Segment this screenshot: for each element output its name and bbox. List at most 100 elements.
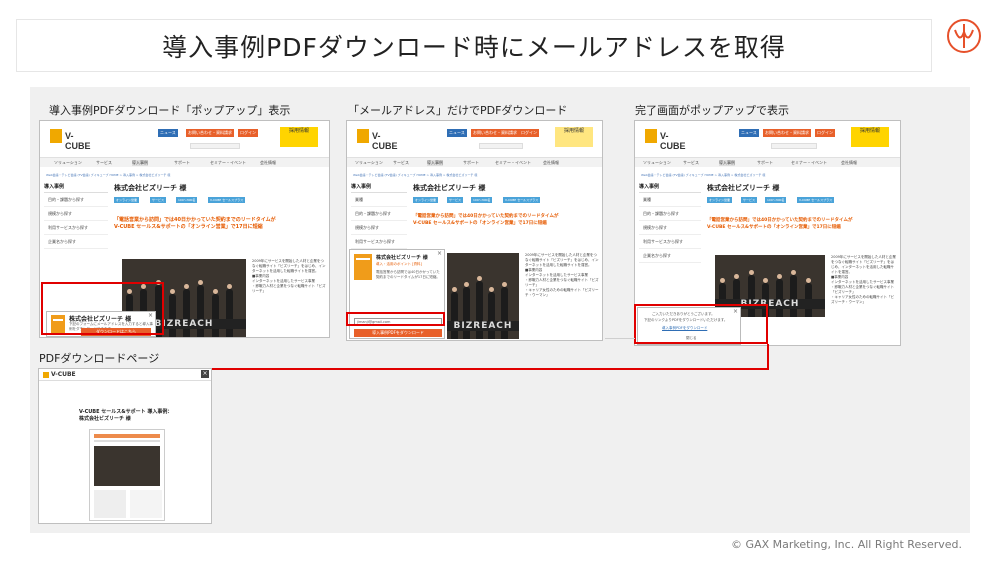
company-name: 株式会社ビズリーチ 様 [413, 184, 486, 192]
person-face [762, 277, 768, 283]
person-figure [463, 286, 471, 339]
breadcrumb[interactable]: Web会議・テレビ会議 (TV会議) ブイキューブ HOME > 導入事例 > … [353, 173, 477, 177]
nav-solution[interactable]: ソリューション [54, 160, 82, 166]
sidebar-item[interactable]: 企業名から探す [639, 249, 701, 263]
download-pdf-button[interactable]: 導入事例PDFをダウンロード [354, 329, 442, 337]
login-button[interactable]: ログイン [238, 129, 258, 137]
case-sidebar: 導入事例 業種 目的・課題から探す 規模から探す 利用サービスから探す [351, 183, 407, 249]
tag[interactable]: 100〜300名 [176, 197, 198, 203]
breadcrumb[interactable]: Web会議・テレビ会議 (TV会議) ブイキューブ HOME > 導入事例 > … [641, 173, 765, 177]
sidebar-item[interactable]: 業種 [639, 193, 701, 207]
tag[interactable]: サービス [447, 197, 464, 203]
person-figure [488, 291, 496, 339]
case-side-copy: 2009年にサービスを開始した人材と企業をつなぐ転職サイト「ビズリーチ」をはじめ… [831, 255, 896, 304]
case-sidebar: 導入事例 目的・課題から探す 規模から探す 利用サービスから探す 企業名から探す [44, 183, 108, 249]
person-figure [183, 289, 190, 337]
sidebar-item[interactable]: 規模から探す [351, 221, 407, 235]
nav-company[interactable]: 会社情報 [543, 160, 559, 166]
close-icon[interactable]: × [437, 250, 442, 257]
pdf-thumbnail[interactable] [89, 429, 165, 521]
tag[interactable]: 100〜300名 [471, 197, 493, 203]
nav-company[interactable]: 会社情報 [841, 160, 857, 166]
nav-solution[interactable]: ソリューション [355, 160, 383, 166]
nav-support[interactable]: サポート [757, 160, 773, 166]
case-photo: BIZREACH [447, 253, 519, 339]
nav-support[interactable]: サポート [463, 160, 479, 166]
sidebar-item[interactable]: 目的・課題から探す [639, 207, 701, 221]
breadcrumb[interactable]: Web会議・テレビ会議 (TV会議) ブイキューブ HOME > 導入事例 > … [46, 173, 170, 177]
person-face [464, 281, 470, 287]
case-headline: 「電話営業から訪問」では40日かかっていた契約までのリードタイムが V-CUBE … [114, 217, 276, 230]
case-side-copy: 2009年にサービスを開始した人材と企業をつなぐ転職サイト「ビズリーチ」をはじめ… [525, 253, 599, 297]
search-input[interactable] [479, 143, 523, 149]
news-button[interactable]: ニュース [158, 129, 178, 137]
person-figure [500, 286, 508, 339]
person-figure [225, 289, 233, 337]
global-nav: ソリューション サービス 導入事例 サポート セミナー・イベント 会社情報 [347, 157, 602, 167]
nav-service[interactable]: サービス [96, 160, 112, 166]
sidebar-item[interactable]: 業種 [351, 193, 407, 207]
nav-seminar[interactable]: セミナー・イベント [210, 160, 246, 166]
nav-seminar[interactable]: セミナー・イベント [791, 160, 827, 166]
nav-case[interactable]: 導入事例 [719, 160, 735, 166]
nav-case[interactable]: 導入事例 [132, 160, 148, 166]
case-headline: 「電話営業から訪問」では40日かかっていた契約までのリードタイムが V-CUBE … [413, 214, 559, 226]
tag[interactable]: サービス [150, 197, 167, 203]
sidebar-item[interactable]: 利用サービスから探す [639, 235, 701, 249]
gax-logo-icon [947, 19, 981, 53]
sidebar-item[interactable]: 規模から探す [639, 221, 701, 235]
news-button[interactable]: ニュース [447, 129, 467, 137]
recruit-banner[interactable]: 採用情報 [555, 127, 593, 147]
site-header: V-CUBE ニュース お問い合わせ・資料請求 ログイン 採用情報 [635, 121, 900, 157]
recruit-banner[interactable]: 採用情報 [280, 127, 318, 147]
sidebar-item[interactable]: 規模から探す [44, 207, 108, 221]
nav-support[interactable]: サポート [174, 160, 190, 166]
login-button[interactable]: ログイン [519, 129, 539, 137]
nav-company[interactable]: 会社情報 [260, 160, 276, 166]
tag[interactable]: V-CUBE セールスプラス [208, 197, 246, 203]
flow-arrow [126, 368, 769, 370]
site-header: V-CUBE ニュース お問い合わせ・資料請求 ログイン 採用情報 [40, 121, 329, 157]
sidebar-item[interactable]: 目的・課題から探す [351, 207, 407, 221]
search-input[interactable] [771, 143, 817, 149]
sidebar-head: 導入事例 [44, 183, 108, 193]
recruit-banner[interactable]: 採用情報 [851, 127, 889, 147]
sidebar-item[interactable]: 企業名から探す [44, 235, 108, 249]
slide-title: 導入事例PDFダウンロード時にメールアドレスを取得 [162, 32, 786, 62]
inquiry-button[interactable]: お問い合わせ・資料請求 [763, 129, 811, 137]
flow-arrow [767, 344, 769, 370]
close-icon[interactable]: × [201, 370, 209, 378]
sidebar-item[interactable]: 目的・課題から探す [44, 193, 108, 207]
popup-desc: 電話営業から訪問では40日かかっていた契約までのリードタイムが17日に短縮。 [376, 270, 440, 279]
caption-pdf-page: PDFダウンロードページ [39, 352, 160, 365]
person-figure [211, 294, 219, 337]
tag[interactable]: V-CUBE セールスプラス [503, 197, 541, 203]
tag[interactable]: サービス [741, 197, 758, 203]
caption-popup-display: 導入事例PDFダウンロード「ポップアップ」表示 [49, 104, 291, 117]
nav-solution[interactable]: ソリューション [643, 160, 671, 166]
nav-seminar[interactable]: セミナー・イベント [495, 160, 531, 166]
sidebar-head: 導入事例 [639, 183, 701, 193]
login-button[interactable]: ログイン [815, 129, 835, 137]
tag[interactable]: オンライン営業 [707, 197, 733, 203]
nav-service[interactable]: サービス [683, 160, 699, 166]
tag[interactable]: V-CUBE セールスプラス [797, 197, 835, 203]
sidebar-item[interactable]: 利用サービスから探す [44, 221, 108, 235]
pdf-logo: V-CUBE [51, 371, 76, 378]
nav-service[interactable]: サービス [393, 160, 409, 166]
inquiry-button[interactable]: お問い合わせ・資料請求 [471, 129, 519, 137]
tag[interactable]: オンライン営業 [114, 197, 140, 203]
person-figure [197, 284, 205, 337]
inquiry-button[interactable]: お問い合わせ・資料請求 [186, 129, 234, 137]
nav-case[interactable]: 導入事例 [427, 160, 443, 166]
news-button[interactable]: ニュース [739, 129, 759, 137]
pdf-photo [94, 446, 160, 486]
vcube-logo: V-CUBE [645, 129, 693, 151]
sidebar-head: 導入事例 [351, 183, 407, 193]
sidebar-item[interactable]: 利用サービスから探す [351, 235, 407, 249]
search-input[interactable] [190, 143, 240, 149]
person-face [452, 286, 457, 292]
tag[interactable]: オンライン営業 [413, 197, 439, 203]
screenshot-email-only: V-CUBE ニュース お問い合わせ・資料請求 ログイン 採用情報 ソリューショ… [346, 120, 603, 341]
tag[interactable]: 100〜300名 [765, 197, 787, 203]
